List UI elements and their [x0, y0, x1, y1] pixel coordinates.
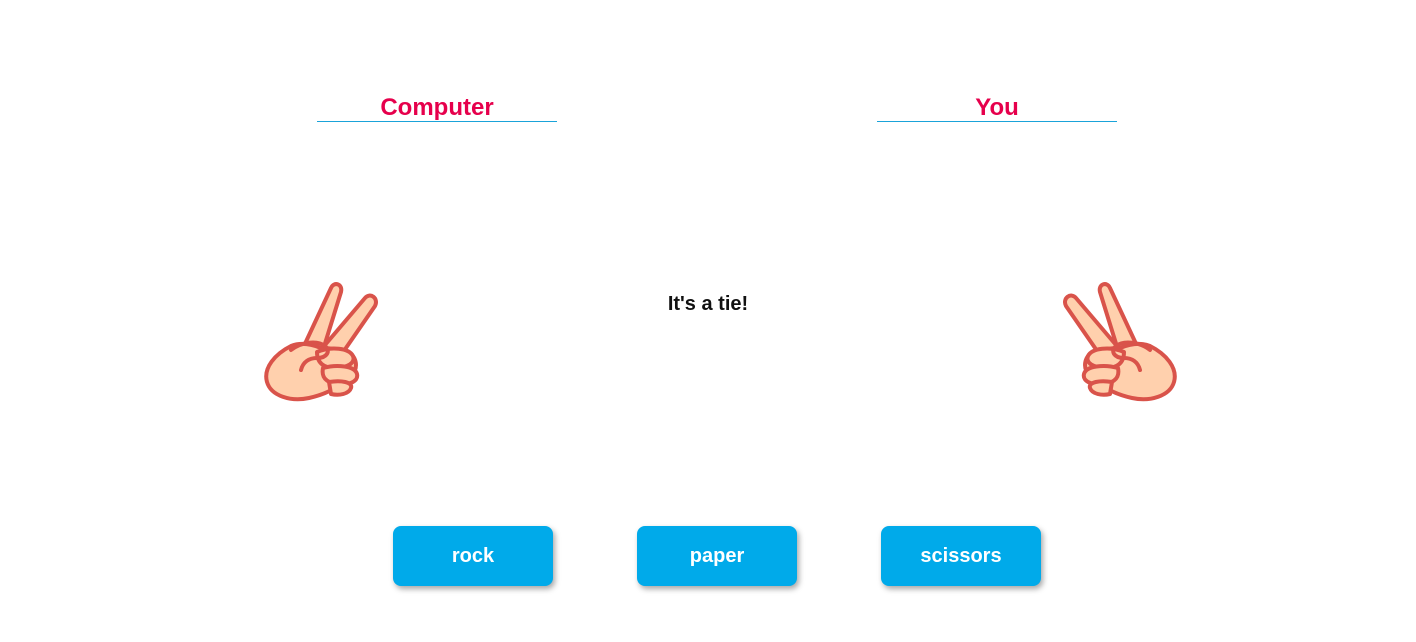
computer-label: Computer	[317, 92, 557, 122]
result-message: It's a tie!	[667, 293, 749, 315]
you-label: You	[877, 92, 1117, 122]
rock-button[interactable]: rock	[393, 526, 553, 586]
scissors-button[interactable]: scissors	[881, 526, 1041, 586]
you-victory-hand-icon	[1056, 276, 1180, 402]
paper-button[interactable]: paper	[637, 526, 797, 586]
